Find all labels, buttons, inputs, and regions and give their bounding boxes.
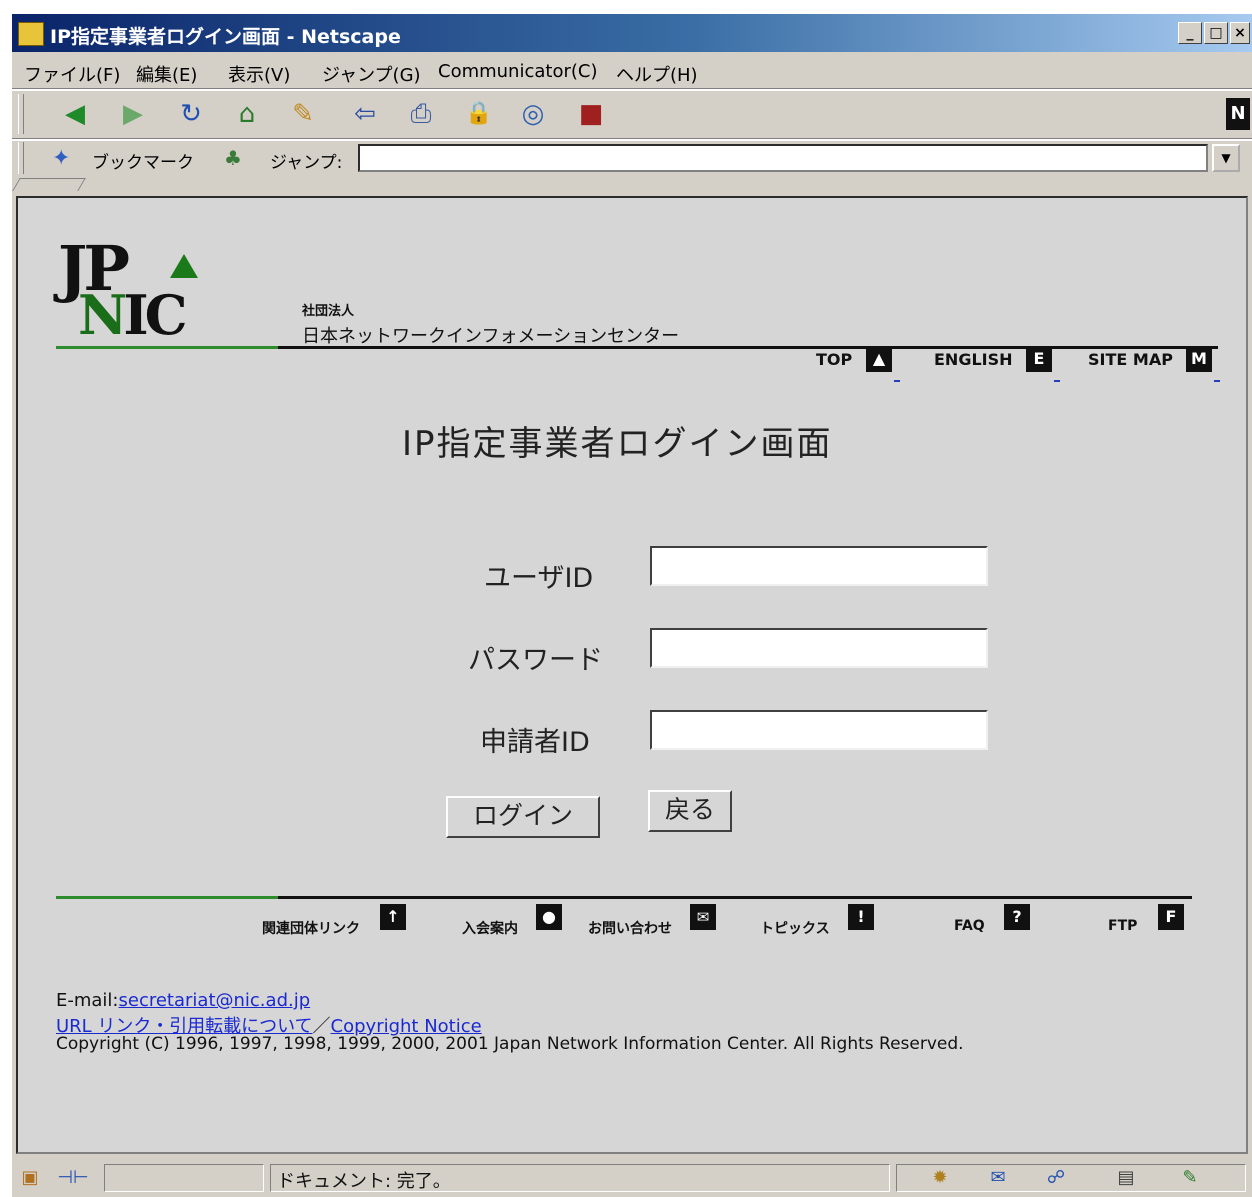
jump-label: ジャンプ: <box>270 153 343 173</box>
back-icon[interactable]: ◀ <box>58 98 92 130</box>
nav-top-underline <box>894 380 900 382</box>
window-title: IP指定事業者ログイン画面 - Netscape <box>50 26 401 48</box>
location-icon: ♣ <box>224 146 242 170</box>
sitemap-icon[interactable]: M <box>1186 346 1212 372</box>
toolbar-grip[interactable] <box>18 94 24 134</box>
back-button[interactable]: 戻る <box>648 790 732 832</box>
netscape-icon <box>18 22 44 46</box>
nav-ftp-label[interactable]: FTP <box>1108 918 1137 934</box>
nav-top-label[interactable]: TOP <box>816 350 852 369</box>
newsgroups-icon[interactable]: ☍ <box>1042 1166 1070 1190</box>
english-icon[interactable]: E <box>1026 346 1052 372</box>
browser-window: IP指定事業者ログイン画面 - Netscape _ □ × ファイル(F) 編… <box>10 12 1252 1197</box>
online-status-icon[interactable]: ⊣⊢ <box>48 1166 98 1190</box>
search-icon[interactable]: ✎ <box>286 98 320 130</box>
page-title: IP指定事業者ログイン画面 <box>402 424 833 464</box>
menu-help[interactable]: ヘルプ(H) <box>616 61 698 87</box>
bookmark-icon[interactable]: ✦ <box>52 146 70 171</box>
nav-english-label[interactable]: ENGLISH <box>934 350 1013 369</box>
footer-rule-black <box>278 896 1192 899</box>
navigator-icon[interactable]: ✹ <box>926 1166 954 1190</box>
user-id-input[interactable] <box>650 546 988 586</box>
chevron-down-icon[interactable]: ▼ <box>1212 144 1240 172</box>
nav-topics-label[interactable]: トピックス <box>760 918 830 938</box>
title-bar: IP指定事業者ログイン画面 - Netscape _ □ × <box>12 14 1252 52</box>
tab-strip <box>12 178 1252 194</box>
user-id-label: ユーザID <box>484 563 594 594</box>
page-content: JP NIC 社団法人 日本ネットワークインフォメーションセンター TOP ▲ … <box>16 196 1248 1154</box>
toolbar-collapse-tab[interactable] <box>12 178 86 191</box>
location-grip[interactable] <box>18 142 24 174</box>
nav-english-underline <box>1054 380 1060 382</box>
reload-icon[interactable]: ↻ <box>174 98 208 130</box>
shop-icon[interactable]: ◎ <box>516 98 550 130</box>
status-bar: ▣ ⊣⊢ ドキュメント: 完了。 ✹ ✉ ☍ ▤ ✎ <box>12 1160 1252 1196</box>
nav-contact-label[interactable]: お問い合わせ <box>588 918 672 938</box>
guide-icon[interactable]: ⇦ <box>348 98 382 130</box>
security-icon[interactable]: 🔒 <box>462 98 496 130</box>
menu-edit[interactable]: 編集(E) <box>136 61 197 87</box>
composer-icon[interactable]: ✎ <box>1176 1166 1204 1190</box>
email-prefix: E-mail: <box>56 990 119 1011</box>
navigation-toolbar: ◀ ▶ ↻ ⌂ ✎ ⇦ ⎙ 🔒 ◎ ■ N <box>12 90 1252 138</box>
status-text-panel: ドキュメント: 完了。 <box>270 1164 890 1192</box>
status-text: ドキュメント: 完了。 <box>277 1171 451 1192</box>
menu-file[interactable]: ファイル(F) <box>24 61 120 87</box>
password-input[interactable] <box>650 628 988 668</box>
progress-panel <box>104 1164 264 1192</box>
nav-sitemap-underline <box>1214 380 1220 382</box>
location-toolbar: ✦ ブックマーク ♣ ジャンプ: ▼ <box>12 140 1252 176</box>
org-type: 社団法人 <box>302 304 355 319</box>
maximize-button[interactable]: □ <box>1204 22 1228 44</box>
menu-bar: ファイル(F) 編集(E) 表示(V) ジャンプ(G) Communicator… <box>12 52 1252 88</box>
print-icon[interactable]: ⎙ <box>404 98 438 130</box>
netscape-logo-icon[interactable]: N <box>1226 98 1250 130</box>
mail-icon[interactable]: ✉ <box>690 904 716 930</box>
email-link[interactable]: secretariat@nic.ad.jp <box>119 990 311 1011</box>
menu-view[interactable]: 表示(V) <box>228 61 290 87</box>
footer-rule-green <box>56 896 278 899</box>
home-icon[interactable]: ⌂ <box>230 98 264 130</box>
url-input[interactable] <box>358 144 1208 172</box>
applicant-id-input[interactable] <box>650 710 988 750</box>
exclamation-icon[interactable]: ! <box>848 904 874 930</box>
address-book-icon[interactable]: ▤ <box>1112 1166 1140 1190</box>
header-rule-green <box>56 346 278 349</box>
nav-membership-label[interactable]: 入会案内 <box>462 918 518 938</box>
org-name: 日本ネットワークインフォメーションセンター <box>302 326 680 347</box>
ftp-icon[interactable]: F <box>1158 904 1184 930</box>
login-button[interactable]: ログイン <box>446 796 600 838</box>
mail-status-icon[interactable]: ✉ <box>984 1166 1012 1190</box>
bookmarks-label[interactable]: ブックマーク <box>92 148 194 173</box>
top-icon[interactable]: ▲ <box>866 346 892 372</box>
forward-icon[interactable]: ▶ <box>116 98 150 130</box>
security-lock-icon[interactable]: ▣ <box>16 1166 44 1190</box>
nav-related-label[interactable]: 関連団体リンク <box>262 918 360 938</box>
nav-sitemap-label[interactable]: SITE MAP <box>1088 350 1173 369</box>
dot-icon[interactable]: ● <box>536 904 562 930</box>
menu-go[interactable]: ジャンプ(G) <box>322 61 421 87</box>
arrow-up-icon[interactable]: ↑ <box>380 904 406 930</box>
minimize-button[interactable]: _ <box>1178 22 1202 44</box>
applicant-id-label: 申請者ID <box>480 727 590 758</box>
logo-triangle-icon <box>170 254 198 278</box>
menu-communicator[interactable]: Communicator(C) <box>438 61 597 82</box>
copyright-text: Copyright (C) 1996, 1997, 1998, 1999, 20… <box>56 1034 964 1054</box>
password-label: パスワード <box>468 645 603 676</box>
close-button[interactable]: × <box>1230 22 1250 44</box>
header-rule-black <box>278 346 1218 349</box>
stop-icon[interactable]: ■ <box>574 98 608 130</box>
footer-email-line: E-mail:secretariat@nic.ad.jp <box>56 990 310 1011</box>
question-icon[interactable]: ? <box>1004 904 1030 930</box>
jpnic-logo-nic: NIC <box>78 283 188 347</box>
nav-faq-label[interactable]: FAQ <box>954 918 985 934</box>
